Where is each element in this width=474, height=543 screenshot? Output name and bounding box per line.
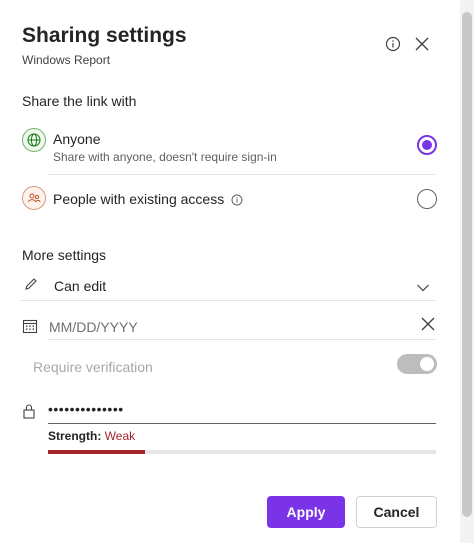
require-verification-label: Require verification: [33, 359, 153, 375]
clear-date-icon[interactable]: [421, 317, 435, 336]
strength-label: Strength:: [48, 429, 102, 443]
strength-meter: [48, 450, 436, 454]
expiration-date-field[interactable]: MM/DD/YYYY: [20, 312, 438, 340]
option-description: Share with anyone, doesn't require sign-…: [53, 150, 277, 164]
globe-icon: [22, 128, 46, 152]
more-settings-label: More settings: [22, 247, 107, 263]
divider: [48, 174, 436, 175]
pencil-icon: [24, 277, 38, 296]
lock-icon: [22, 403, 36, 424]
apply-button[interactable]: Apply: [267, 496, 345, 528]
info-icon[interactable]: [383, 34, 403, 54]
strength-meter-fill: [48, 450, 145, 454]
date-placeholder: MM/DD/YYYY: [49, 319, 138, 335]
password-strength: Strength: Weak: [48, 429, 135, 443]
strength-value: Weak: [104, 429, 136, 443]
password-input[interactable]: ••••••••••••••: [48, 400, 436, 424]
divider: [48, 339, 436, 340]
panel-subtitle: Windows Report: [22, 53, 111, 67]
close-icon[interactable]: [412, 34, 432, 54]
chevron-down-icon: [416, 280, 430, 298]
scrollbar-thumb[interactable]: [462, 12, 472, 517]
permission-value: Can edit: [54, 278, 107, 294]
divider: [20, 300, 436, 301]
radio-anyone[interactable]: [417, 135, 437, 155]
share-option-existing-access[interactable]: People with existing access: [20, 185, 438, 213]
option-title: Anyone: [53, 131, 101, 147]
sharing-settings-panel: Sharing settings Windows Report Share th…: [0, 0, 460, 543]
share-section-label: Share the link with: [22, 93, 137, 109]
cancel-button[interactable]: Cancel: [356, 496, 437, 528]
require-verification-toggle[interactable]: [397, 354, 437, 374]
existing-access-info-icon[interactable]: [231, 193, 243, 209]
radio-existing-access[interactable]: [417, 189, 437, 209]
share-option-anyone[interactable]: Anyone Share with anyone, doesn't requir…: [20, 126, 438, 170]
permission-dropdown[interactable]: Can edit: [20, 272, 438, 300]
people-icon: [22, 186, 46, 210]
calendar-icon: [22, 318, 38, 339]
panel-title: Sharing settings: [22, 24, 187, 47]
option-title: People with existing access: [53, 191, 225, 207]
